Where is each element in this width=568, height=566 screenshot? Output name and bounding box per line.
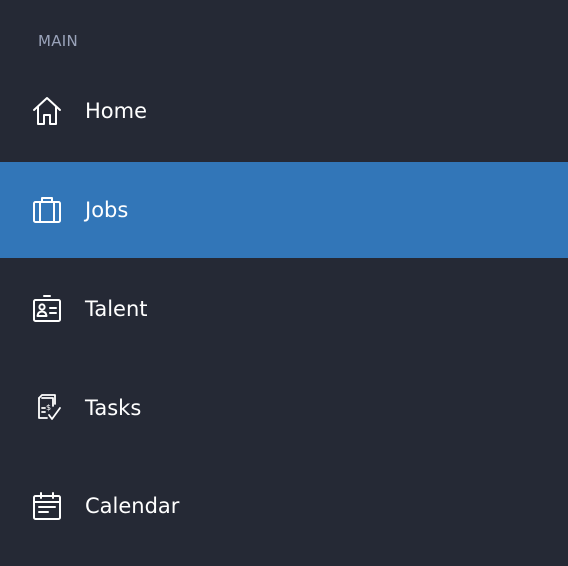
id-card-icon bbox=[31, 293, 63, 325]
briefcase-icon bbox=[31, 194, 63, 226]
sidebar-item-label: Jobs bbox=[85, 198, 129, 222]
sidebar-item-tasks[interactable]: $ Tasks bbox=[0, 360, 568, 456]
sidebar-item-label: Home bbox=[85, 99, 148, 123]
sidebar-item-label: Tasks bbox=[85, 396, 142, 420]
svg-text:$: $ bbox=[46, 403, 51, 412]
home-icon bbox=[31, 95, 63, 127]
section-label-main: MAIN bbox=[38, 32, 79, 50]
calendar-icon bbox=[31, 490, 63, 522]
sidebar-item-label: Talent bbox=[85, 297, 148, 321]
sidebar-item-calendar[interactable]: Calendar bbox=[0, 458, 568, 554]
document-check-icon: $ bbox=[31, 392, 63, 424]
sidebar-item-label: Calendar bbox=[85, 494, 180, 518]
sidebar-item-talent[interactable]: Talent bbox=[0, 261, 568, 357]
sidebar-nav: MAIN Home Jobs Talent $ Tasks Calendar bbox=[0, 0, 568, 566]
sidebar-item-jobs[interactable]: Jobs bbox=[0, 162, 568, 258]
sidebar-item-home[interactable]: Home bbox=[0, 63, 568, 159]
